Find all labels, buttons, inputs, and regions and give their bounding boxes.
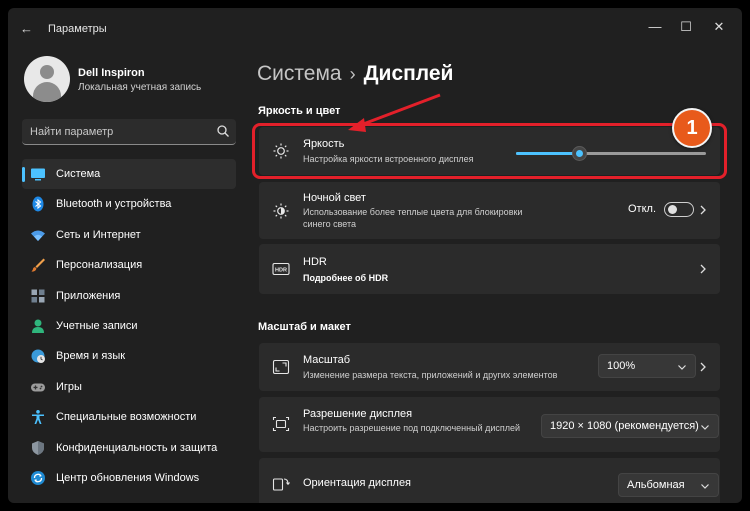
sidebar-item-accounts[interactable]: Учетные записи	[22, 311, 236, 341]
orientation-card: Ориентация дисплея Альбомная	[259, 458, 720, 503]
orientation-title: Ориентация дисплея	[303, 477, 412, 489]
bluetooth-icon	[32, 196, 44, 212]
night-light-toggle[interactable]	[664, 202, 694, 217]
chevron-down-icon	[678, 365, 686, 370]
scale-title: Масштаб	[303, 354, 351, 366]
person-icon	[32, 319, 44, 333]
rotate-screen-icon	[272, 478, 290, 491]
wifi-icon	[31, 230, 45, 241]
orientation-dropdown-value: Альбомная	[627, 479, 685, 491]
sidebar-item-label: Центр обновления Windows	[56, 471, 200, 484]
profile-name: Dell Inspiron	[78, 67, 145, 79]
avatar	[24, 56, 70, 102]
sidebar-item-label: Персонализация	[56, 259, 143, 272]
apps-icon	[31, 289, 45, 303]
sidebar-item-personalization[interactable]: Персонализация	[22, 250, 236, 280]
step-number-badge: 1	[672, 108, 712, 148]
sidebar-item-label: Сеть и Интернет	[56, 228, 141, 241]
scale-dropdown-value: 100%	[607, 360, 636, 372]
breadcrumb-separator: ›	[349, 64, 356, 84]
sun-dim-icon	[273, 203, 289, 219]
back-button[interactable]: ←	[20, 21, 36, 37]
shield-icon	[32, 440, 44, 455]
chevron-right-icon[interactable]	[698, 264, 708, 274]
sidebar-nav: Система Bluetooth и устройства Сеть и Ин…	[22, 159, 236, 493]
sidebar-item-label: Система	[56, 168, 101, 180]
night-light-subtitle: Использование более теплые цвета для бло…	[303, 207, 523, 229]
night-light-card[interactable]: Ночной свет Использование более теплые ц…	[259, 182, 720, 239]
sidebar-item-accessibility[interactable]: Специальные возможности	[22, 402, 236, 432]
search-icon[interactable]	[216, 124, 230, 138]
resolution-dropdown[interactable]: 1920 × 1080 (рекомендуется)	[541, 414, 719, 438]
sidebar-item-apps[interactable]: Приложения	[22, 281, 236, 311]
section-title-scale-layout: Масштаб и макет	[258, 321, 351, 333]
gamepad-icon	[31, 383, 45, 392]
resolution-subtitle: Настроить разрешение под подключенный ди…	[303, 423, 521, 433]
brush-icon	[31, 258, 45, 272]
title-bar: ← Параметры — ☐ ✕	[8, 8, 742, 48]
scale-dropdown[interactable]: 100%	[598, 354, 696, 378]
profile-account-type: Локальная учетная запись	[78, 82, 202, 93]
sidebar-item-privacy[interactable]: Конфиденциальность и защита	[22, 433, 236, 463]
app-title: Параметры	[48, 23, 107, 35]
highlight-frame	[252, 123, 727, 179]
avatar-body	[33, 82, 61, 102]
globe-clock-icon	[31, 349, 45, 364]
maximize-button[interactable]: ☐	[675, 16, 697, 38]
hdr-card[interactable]: HDR HDR Подробнее об HDR	[259, 244, 720, 294]
page-title: Дисплей	[363, 62, 454, 85]
settings-window: ← Параметры — ☐ ✕ Dell Inspiron Локальна…	[8, 8, 742, 503]
update-icon	[31, 470, 45, 485]
sidebar-item-label: Приложения	[56, 289, 121, 302]
night-light-title: Ночной свет	[303, 192, 366, 204]
sidebar-item-label: Игры	[56, 380, 82, 393]
breadcrumb-parent[interactable]: Система	[257, 62, 342, 85]
monitor-icon	[31, 168, 45, 181]
sidebar-item-time-language[interactable]: Время и язык	[22, 341, 236, 371]
hdr-title: HDR	[303, 256, 327, 268]
avatar-head	[40, 65, 54, 79]
main-content: Система › Дисплей Яркость и цвет Яркость Н…	[248, 48, 742, 503]
sidebar-item-windows-update[interactable]: Центр обновления Windows	[22, 463, 236, 493]
hdr-icon: HDR	[272, 262, 290, 276]
search-input[interactable]	[30, 124, 210, 140]
section-title-brightness-color: Яркость и цвет	[258, 105, 341, 117]
chevron-down-icon	[701, 425, 709, 430]
resize-icon	[272, 359, 290, 375]
resolution-card: Разрешение дисплея Настроить разрешение …	[259, 397, 720, 452]
resolution-dropdown-value: 1920 × 1080 (рекомендуется)	[550, 420, 699, 432]
sidebar-item-network[interactable]: Сеть и Интернет	[22, 220, 236, 250]
minimize-button[interactable]: —	[644, 16, 666, 38]
resolution-icon	[272, 416, 290, 432]
svg-text:HDR: HDR	[275, 268, 287, 274]
sidebar-item-system[interactable]: Система	[22, 159, 236, 190]
sidebar-item-label: Bluetooth и устройства	[56, 198, 172, 211]
sidebar-item-label: Специальные возможности	[56, 411, 197, 424]
sidebar-item-bluetooth[interactable]: Bluetooth и устройства	[22, 189, 236, 219]
sidebar-item-gaming[interactable]: Игры	[22, 372, 236, 402]
scale-subtitle: Изменение размера текста, приложений и д…	[303, 370, 558, 380]
sidebar-item-label: Учетные записи	[56, 319, 138, 332]
close-button[interactable]: ✕	[708, 16, 730, 38]
resolution-title: Разрешение дисплея	[303, 408, 413, 420]
hdr-learn-more-link[interactable]: Подробнее об HDR	[303, 272, 388, 284]
orientation-dropdown[interactable]: Альбомная	[618, 473, 719, 497]
night-light-state: Откл.	[628, 203, 657, 215]
user-profile[interactable]: Dell Inspiron Локальная учетная запись	[24, 56, 239, 116]
breadcrumb: Система › Дисплей	[257, 62, 453, 86]
scale-card: Масштаб Изменение размера текста, прилож…	[259, 343, 720, 391]
sidebar-item-label: Конфиденциальность и защита	[56, 441, 218, 454]
chevron-right-icon[interactable]	[698, 362, 708, 372]
chevron-right-icon[interactable]	[698, 205, 708, 215]
sidebar-item-label: Время и язык	[56, 350, 126, 363]
search-box[interactable]	[22, 119, 236, 145]
accessibility-icon	[32, 410, 44, 425]
chevron-down-icon	[701, 484, 709, 489]
